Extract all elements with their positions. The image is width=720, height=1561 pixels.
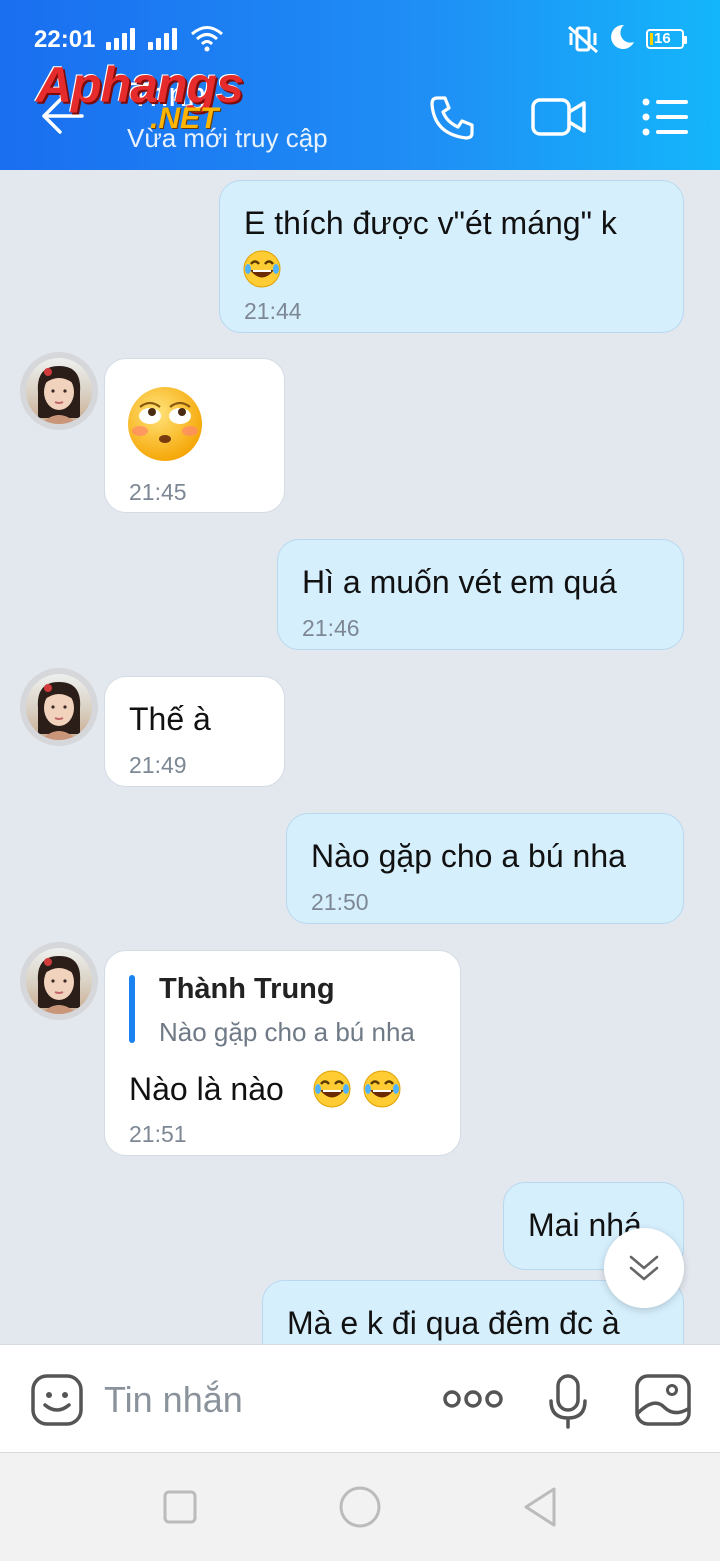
back-nav-icon[interactable] (520, 1485, 560, 1529)
phone-icon[interactable] (428, 94, 476, 142)
message-time: 21:44 (244, 298, 302, 324)
menu-list-icon[interactable] (640, 94, 690, 140)
wifi-icon (191, 26, 223, 52)
contact-avatar[interactable] (20, 668, 98, 746)
message-time: 21:49 (129, 752, 187, 778)
flushed-face-emoji-icon (128, 387, 202, 461)
sticker-icon[interactable] (30, 1373, 84, 1427)
image-icon[interactable] (634, 1373, 692, 1427)
contact-avatar[interactable] (20, 352, 98, 430)
reply-quote-text[interactable]: Nào gặp cho a bú nha (159, 1017, 415, 1048)
message-bubble-incoming[interactable]: Thế à 21:49 (104, 676, 285, 787)
laughing-tears-emoji-icon (243, 250, 281, 288)
message-bubble-outgoing[interactable]: Nào gặp cho a bú nha 21:50 (286, 813, 684, 924)
contact-avatar[interactable] (20, 942, 98, 1020)
do-not-disturb-icon (611, 24, 634, 49)
message-bubble-outgoing[interactable]: E thích được v"ét máng" k 21:44 (219, 180, 684, 333)
message-input-bar: Tin nhắn (0, 1344, 720, 1453)
message-time: 21:45 (129, 479, 187, 505)
message-text: E thích được v"ét máng" k (244, 205, 617, 241)
battery-icon: 16 (646, 29, 687, 49)
scroll-down-button[interactable] (604, 1228, 684, 1308)
laughing-tears-emoji-icon (363, 1070, 401, 1108)
reply-quote-author: Thành Trung (159, 973, 335, 1005)
message-bubble-incoming[interactable]: Thành Trung Nào gặp cho a bú nha Nào là … (104, 950, 461, 1156)
message-time: 21:50 (311, 889, 369, 915)
chat-header: 22:01 16 Trinh Vừa mới truy cập Aphangs … (0, 0, 720, 170)
reply-quote-bar (129, 975, 135, 1043)
message-time: 21:51 (129, 1121, 187, 1147)
signal-icon (106, 26, 135, 50)
signal-icon-2 (148, 26, 177, 50)
message-text: Hì a muốn vét em quá (302, 564, 617, 600)
double-chevron-down-icon (629, 1255, 659, 1281)
battery-level: 16 (654, 30, 671, 47)
vibrate-off-icon (568, 25, 598, 54)
message-bubble-incoming[interactable]: 21:45 (104, 358, 285, 513)
message-text: Nào gặp cho a bú nha (311, 838, 626, 874)
message-bubble-outgoing[interactable]: Hì a muốn vét em quá 21:46 (277, 539, 684, 650)
laughing-tears-emoji-icon (313, 1070, 351, 1108)
message-input[interactable]: Tin nhắn (104, 1379, 243, 1421)
watermark-logo-suffix: .NET (150, 102, 219, 135)
home-icon[interactable] (338, 1485, 382, 1529)
microphone-icon[interactable] (548, 1373, 588, 1429)
status-time: 22:01 (34, 26, 96, 53)
video-call-icon[interactable] (530, 94, 588, 140)
message-time: 21:46 (302, 615, 360, 641)
message-text: Mà e k đi qua đêm đc à (287, 1305, 620, 1341)
recent-apps-icon[interactable] (162, 1489, 198, 1525)
more-icon[interactable] (442, 1387, 504, 1411)
system-navigation-bar (0, 1452, 720, 1561)
message-text: Thế à (129, 701, 211, 737)
message-text: Nào là nào (129, 1071, 284, 1107)
